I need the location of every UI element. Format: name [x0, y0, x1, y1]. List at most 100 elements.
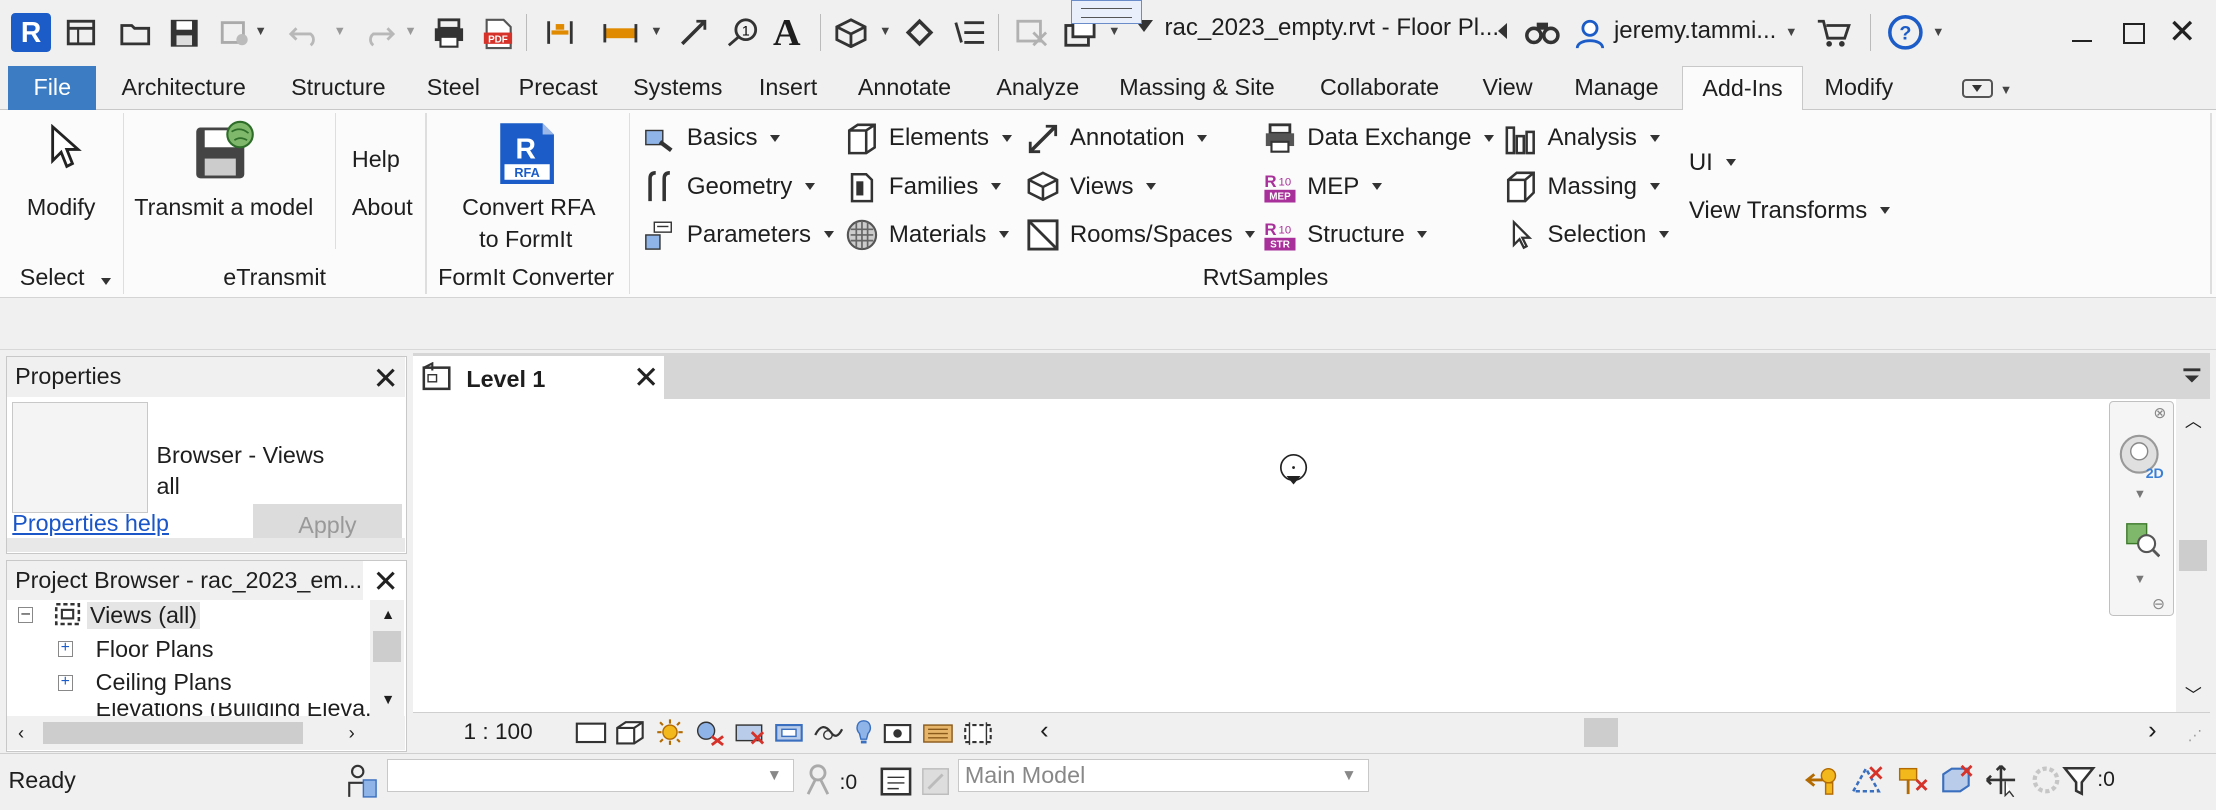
- tree-root-expander[interactable]: –: [17, 606, 34, 623]
- user-dropdown-icon[interactable]: ▼: [1785, 24, 1798, 39]
- sun-path-icon[interactable]: [653, 718, 687, 746]
- rfa-file-icon[interactable]: R RFA: [496, 119, 558, 187]
- print-icon[interactable]: [432, 17, 466, 48]
- browser-hscrollbar[interactable]: ‹ ›: [6, 716, 406, 750]
- project-browser-close-icon[interactable]: ✕: [373, 566, 399, 597]
- view-tab-close-icon[interactable]: ✕: [633, 362, 659, 393]
- modify-tool-label[interactable]: Modify: [27, 194, 96, 221]
- tab-insert[interactable]: Insert: [759, 66, 817, 110]
- convert-rfa-label-line1[interactable]: Convert RFA: [462, 194, 595, 221]
- tree-expander-floor-plans[interactable]: +: [57, 640, 74, 657]
- wheel-dropdown-icon[interactable]: ▼: [2134, 486, 2147, 501]
- tab-structure[interactable]: Structure: [291, 66, 386, 110]
- modify-tool-icon[interactable]: [47, 124, 84, 169]
- detail-level-icon[interactable]: [574, 718, 608, 746]
- temporary-hide-icon[interactable]: [851, 718, 876, 746]
- tab-analyze[interactable]: Analyze: [996, 66, 1079, 110]
- nav-bar-close-icon[interactable]: ⊗: [2153, 404, 2166, 423]
- rooms-spaces-button[interactable]: Rooms/Spaces: [1026, 216, 1256, 253]
- tab-modify[interactable]: Modify: [1825, 66, 1894, 110]
- materials-button[interactable]: Materials: [845, 216, 1010, 253]
- transmit-model-icon[interactable]: [192, 119, 257, 184]
- tab-file[interactable]: File: [8, 66, 97, 111]
- view-tab-level-1[interactable]: Level 1 ✕: [412, 356, 665, 399]
- basics-button[interactable]: Basics: [643, 120, 781, 157]
- active-workset-combo[interactable]: ▼: [387, 758, 795, 793]
- view-scale[interactable]: 1 : 100: [464, 719, 533, 745]
- structure-button[interactable]: R 10 STR Structure: [1263, 216, 1428, 253]
- apply-button[interactable]: Apply: [252, 504, 403, 539]
- tree-expander-ceiling-plans[interactable]: +: [57, 674, 74, 691]
- view-tabs-menu-icon[interactable]: [2182, 367, 2202, 384]
- recent-files-icon[interactable]: [64, 17, 98, 48]
- selection-button[interactable]: Selection: [1504, 216, 1670, 253]
- data-exchange-button[interactable]: Data Exchange: [1263, 120, 1495, 157]
- measure-icon[interactable]: [543, 17, 577, 48]
- nav-bar-options-icon[interactable]: ⊖: [2152, 595, 2165, 614]
- undo-icon[interactable]: [288, 17, 322, 48]
- dimension-dropdown-icon[interactable]: ▼: [650, 23, 663, 38]
- aligned-dimension-icon[interactable]: [602, 17, 639, 48]
- tab-steel[interactable]: Steel: [427, 66, 480, 110]
- save-icon[interactable]: [168, 17, 202, 48]
- reveal-hidden-icon[interactable]: [882, 718, 916, 746]
- crop-view-icon[interactable]: [732, 718, 766, 746]
- sync-icon[interactable]: [218, 17, 252, 48]
- visual-style-icon[interactable]: [613, 718, 647, 746]
- tab-precast[interactable]: Precast: [519, 66, 598, 110]
- minimize-button[interactable]: [2071, 39, 2092, 43]
- tag-by-category-icon[interactable]: 1: [726, 17, 760, 48]
- resize-grip-icon[interactable]: ⋰: [2188, 727, 2202, 744]
- mep-button[interactable]: R 10 MEP MEP: [1263, 168, 1383, 205]
- autodesk-store-icon[interactable]: [1815, 17, 1852, 48]
- elevation-marker-icon[interactable]: [1278, 452, 1312, 489]
- annotation-button[interactable]: Annotation: [1026, 120, 1208, 157]
- help-icon[interactable]: ?: [1887, 14, 1924, 51]
- geometry-button[interactable]: Geometry: [643, 168, 815, 205]
- parameters-button[interactable]: Parameters: [643, 216, 834, 253]
- open-icon[interactable]: [119, 17, 153, 48]
- unlocked-3d-view-icon[interactable]: [811, 718, 845, 746]
- view-hscroll-left-icon[interactable]: ‹: [1040, 716, 1048, 745]
- tree-item-elevations[interactable]: Elevations (Building Eleva...: [96, 703, 372, 716]
- user-name[interactable]: jeremy.tammi...: [1614, 17, 1776, 45]
- thin-lines-icon[interactable]: [953, 17, 987, 48]
- select-underlay-icon[interactable]: [1849, 763, 1886, 797]
- title-scroll-left-icon[interactable]: [1497, 22, 1508, 39]
- analysis-button[interactable]: Analysis: [1504, 120, 1660, 157]
- massing-button[interactable]: Massing: [1504, 168, 1660, 205]
- reveal-constraints-icon[interactable]: [961, 718, 995, 746]
- convert-rfa-label-line2[interactable]: to FormIt: [479, 226, 572, 253]
- background-processes-icon[interactable]: [2029, 763, 2063, 797]
- undo-dropdown-icon[interactable]: ▼: [334, 23, 347, 38]
- transmit-model-label[interactable]: Transmit a model: [134, 194, 313, 221]
- maximize-button[interactable]: [2122, 22, 2146, 44]
- view-transforms-button[interactable]: View Transforms: [1689, 192, 1890, 229]
- tab-annotate[interactable]: Annotate: [858, 66, 951, 110]
- view-hscroll-right-icon[interactable]: ›: [2148, 716, 2156, 745]
- 3d-view-dropdown-icon[interactable]: ▼: [879, 23, 892, 38]
- views-button[interactable]: Views: [1026, 168, 1157, 205]
- help-dropdown-icon[interactable]: ▼: [1932, 24, 1945, 39]
- select-links-icon[interactable]: [1803, 763, 1840, 797]
- pdf-export-icon[interactable]: PDF: [481, 17, 515, 51]
- browser-vscrollbar[interactable]: ▲ ▼: [369, 600, 404, 717]
- exclude-options-icon[interactable]: [920, 766, 954, 797]
- type-selector-thumbnail[interactable]: [12, 402, 148, 513]
- shadows-icon[interactable]: [692, 718, 726, 746]
- design-option-combo[interactable]: Main Model: [958, 758, 1370, 793]
- 3d-view-icon[interactable]: [834, 17, 868, 49]
- zoom-dropdown-icon[interactable]: ▼: [2134, 571, 2147, 586]
- worksets-icon[interactable]: [345, 763, 379, 800]
- temporary-view-properties-icon[interactable]: [921, 718, 955, 746]
- design-options-icon[interactable]: [879, 766, 913, 797]
- tab-manage[interactable]: Manage: [1574, 66, 1658, 110]
- properties-help-link[interactable]: Properties help: [12, 510, 169, 537]
- tree-item-floor-plans[interactable]: Floor Plans: [96, 636, 214, 663]
- view-vscrollbar[interactable]: ︿ ﹀: [2176, 398, 2211, 713]
- text-icon[interactable]: A: [773, 11, 801, 55]
- drawing-canvas[interactable]: ⊗ 2D ▼ ▼ ⊖ ︿ ﹀: [412, 398, 2211, 713]
- etransmit-about-button[interactable]: About: [352, 194, 413, 221]
- drag-elements-icon[interactable]: [1984, 763, 2021, 797]
- close-hidden-windows-icon[interactable]: [1015, 17, 1049, 48]
